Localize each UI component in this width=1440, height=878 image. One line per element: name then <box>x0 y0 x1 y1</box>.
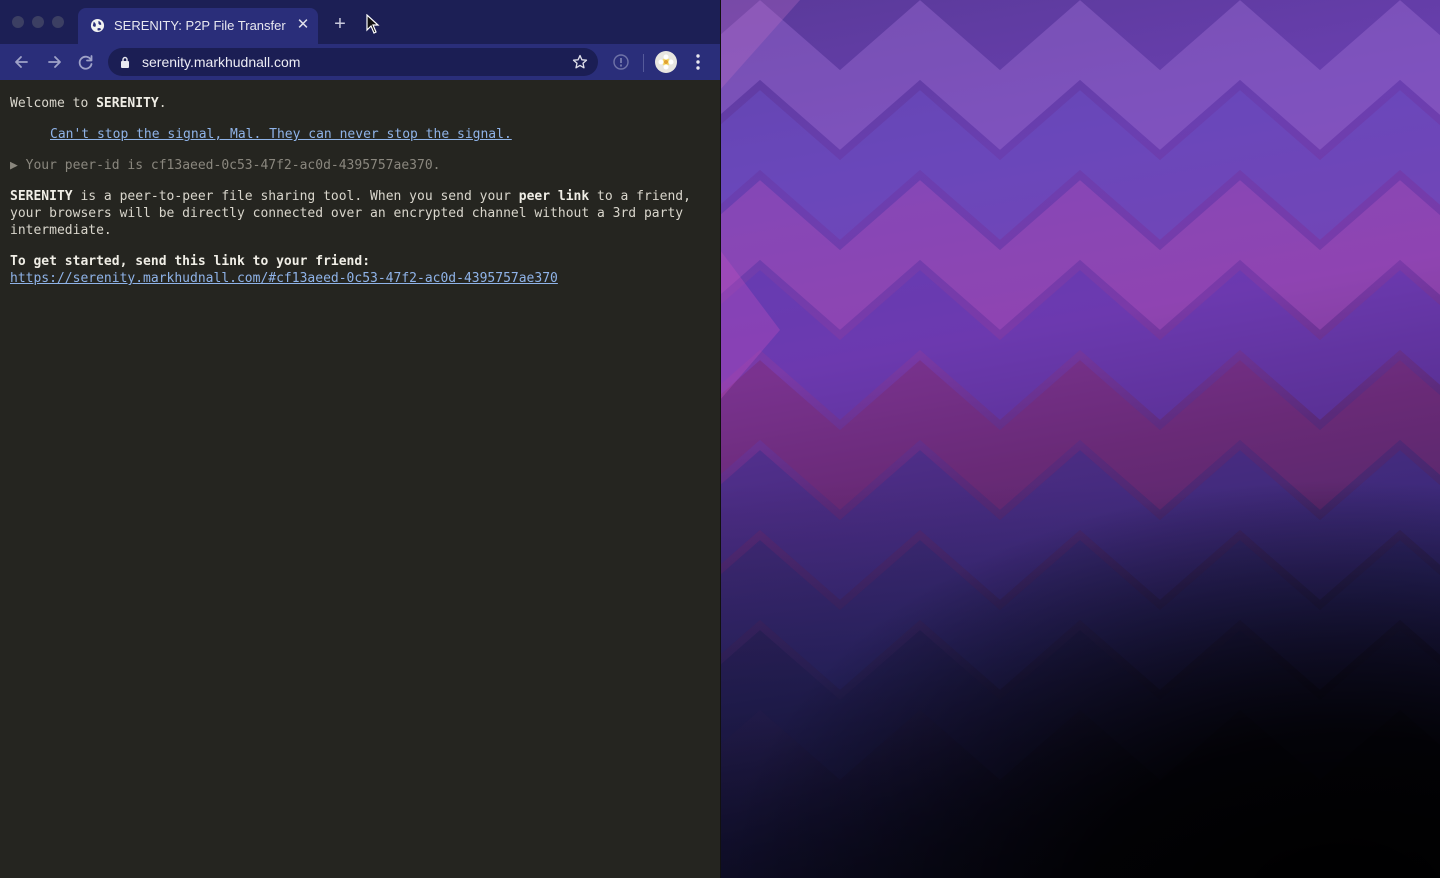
new-tab-button[interactable]: + <box>330 14 350 34</box>
kebab-menu-icon[interactable] <box>692 53 704 71</box>
peer-id-toggle[interactable]: ▶ Your peer-id is cf13aeed-0c53-47f2-ac0… <box>10 157 440 174</box>
mouse-cursor-icon <box>366 14 380 34</box>
globe-icon <box>90 18 105 33</box>
tab-strip: SERENITY: P2P File Transfer ✕ + <box>0 0 720 44</box>
address-bar[interactable]: serenity.markhudnall.com <box>108 48 598 76</box>
welcome-line: Welcome to SERENITY. <box>10 95 167 112</box>
profile-flower-icon <box>658 54 674 70</box>
tab-serenity[interactable]: SERENITY: P2P File Transfer ✕ <box>78 8 318 44</box>
welcome-prefix: Welcome to <box>10 96 97 111</box>
browser-window: SERENITY: P2P File Transfer ✕ + serenity… <box>0 0 721 878</box>
desktop-wallpaper <box>720 0 1440 878</box>
lock-icon <box>121 56 129 68</box>
tab-close-icon[interactable]: ✕ <box>294 16 312 34</box>
reload-icon[interactable] <box>75 51 97 73</box>
tab-title: SERENITY: P2P File Transfer <box>114 18 286 33</box>
welcome-app-name: SERENITY <box>96 96 159 111</box>
get-started-heading: To get started, send this link to your f… <box>10 254 371 269</box>
window-zoom-button[interactable] <box>52 16 64 28</box>
description-text-1: is a peer-to-peer file sharing tool. Whe… <box>72 189 519 204</box>
extension-icon[interactable] <box>612 53 630 71</box>
disclosure-triangle-icon: ▶ <box>10 158 18 173</box>
window-close-button[interactable] <box>12 16 24 28</box>
page-content: Welcome to SERENITY. Can't stop the sign… <box>0 80 720 878</box>
welcome-suffix: . <box>158 96 167 111</box>
peer-link[interactable]: https://serenity.markhudnall.com/#cf13ae… <box>10 270 558 287</box>
description-app-name: SERENITY <box>10 189 73 204</box>
desktop: SERENITY: P2P File Transfer ✕ + serenity… <box>0 0 1440 878</box>
star-icon[interactable] <box>572 54 588 70</box>
description-paragraph: SERENITY is a peer-to-peer file sharing … <box>10 188 710 239</box>
avatar[interactable] <box>655 51 677 73</box>
back-arrow-icon[interactable] <box>11 51 33 73</box>
peer-id-text: Your peer-id is cf13aeed-0c53-47f2-ac0d-… <box>25 158 441 173</box>
toolbar-divider <box>643 54 644 72</box>
description-peer-link-term: peer link <box>518 189 590 204</box>
browser-toolbar: serenity.markhudnall.com <box>0 44 720 80</box>
forward-arrow-icon[interactable] <box>43 51 65 73</box>
quote-link[interactable]: Can't stop the signal, Mal. They can nev… <box>50 126 512 143</box>
window-minimize-button[interactable] <box>32 16 44 28</box>
url-text[interactable]: serenity.markhudnall.com <box>142 54 300 70</box>
